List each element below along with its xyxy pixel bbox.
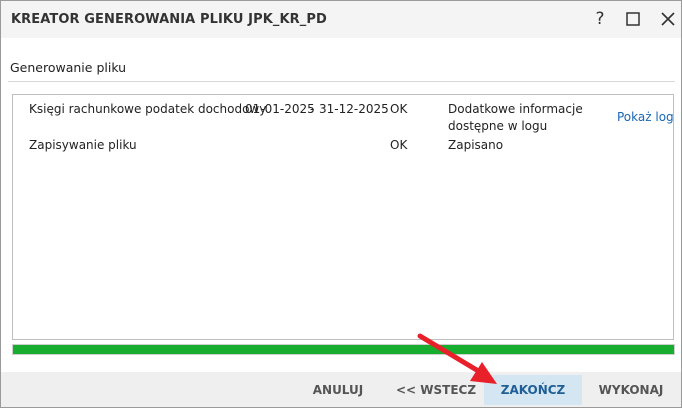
progress-bar-fill [13,345,674,354]
show-log-link[interactable]: Pokaż log [617,109,674,126]
wizard-content: Generowanie pliku Księgi rachunkowe poda… [1,38,681,372]
log-row-info: Zapisano [448,138,504,152]
maximize-icon [626,12,640,26]
execute-button[interactable]: WYKONAJ [591,375,671,405]
section-title: Generowanie pliku [10,60,127,75]
log-row-status: OK [390,102,408,116]
log-row-date-separator: - [310,102,315,116]
back-button[interactable]: << WSTECZ [393,375,479,405]
help-button[interactable]: ? [589,8,611,30]
generation-log-list[interactable]: Księgi rachunkowe podatek dochodowy 01-0… [12,94,674,340]
maximize-button[interactable] [622,8,644,30]
cancel-button[interactable]: ANULUJ [301,375,375,405]
progress-bar [12,344,675,355]
log-row-name: Księgi rachunkowe podatek dochodowy [29,102,267,116]
close-button[interactable] [657,8,679,30]
finish-button[interactable]: ZAKOŃCZ [484,375,582,405]
log-row-date-to: 31-12-2025 [319,102,389,116]
log-row-info: Dodatkowe informacje dostępne w logu [448,102,583,133]
wizard-footer: ANULUJ << WSTECZ ZAKOŃCZ WYKONAJ [1,372,681,407]
close-icon [661,12,675,26]
section-divider [8,81,675,82]
log-row-date-from: 01-01-2025 [245,102,315,116]
window-title: KREATOR GENEROWANIA PLIKU JPK_KR_PD [11,12,327,27]
wizard-window: KREATOR GENEROWANIA PLIKU JPK_KR_PD ? Ge… [0,0,682,408]
log-row-name: Zapisywanie pliku [29,138,137,152]
title-bar: KREATOR GENEROWANIA PLIKU JPK_KR_PD ? [1,1,681,38]
log-row-status: OK [390,138,408,152]
